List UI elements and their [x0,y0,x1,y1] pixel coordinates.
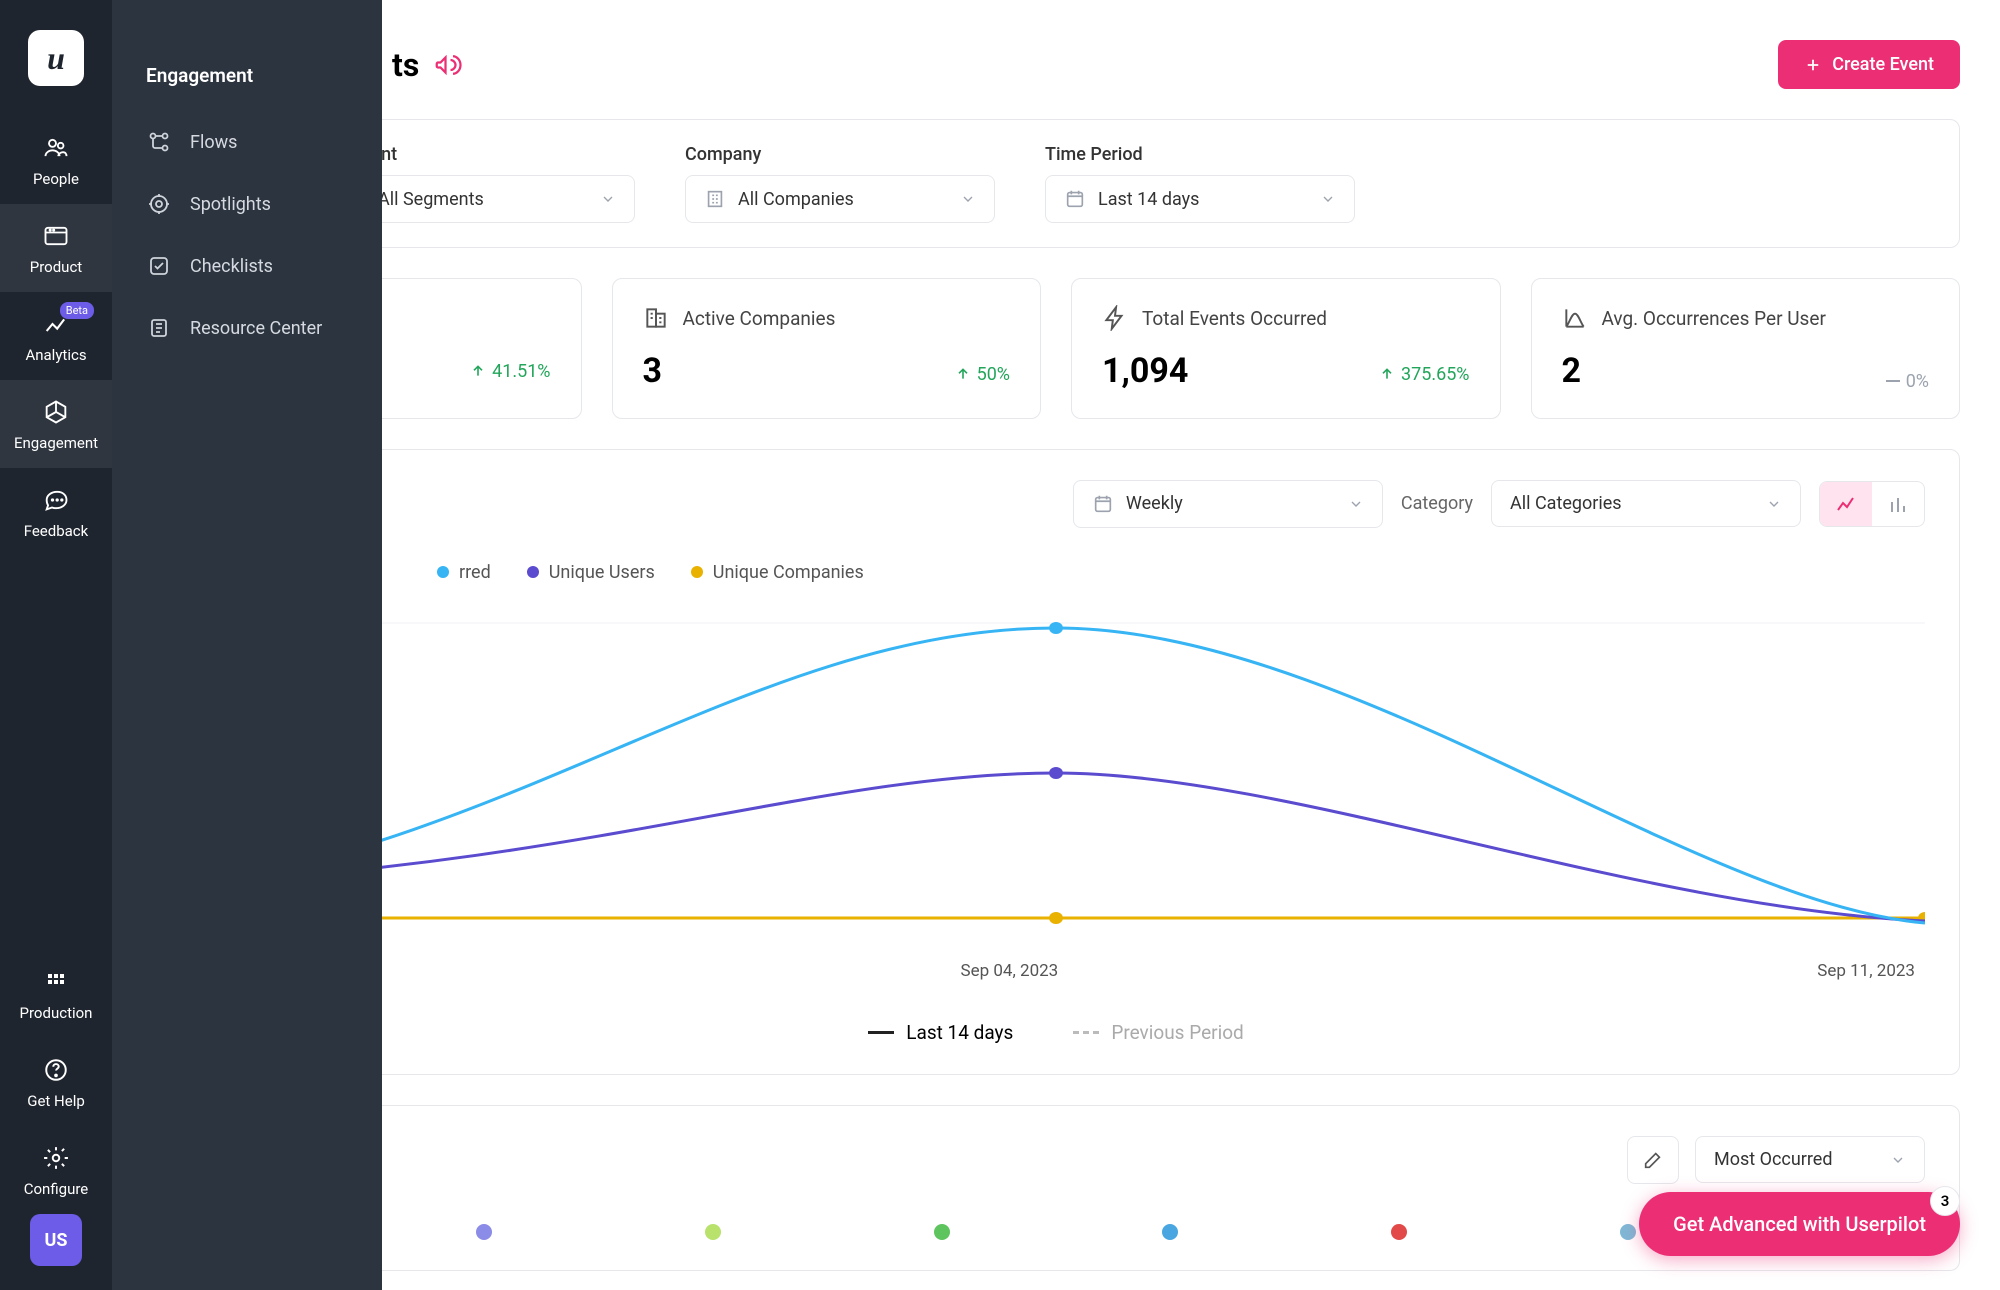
user-dot[interactable] [705,1224,721,1240]
bar-view-button[interactable] [1872,482,1924,526]
cta-badge: 3 [1930,1186,1960,1216]
stat-card-avg-occurrences: Avg. Occurrences Per User 2 0% [1531,278,1961,419]
period-label: Time Period [1045,144,1355,165]
checklists-icon [146,253,172,279]
engagement-icon [40,396,72,428]
submenu-flows[interactable]: Flows [112,111,382,173]
legend-previous: Previous Period [1073,1021,1243,1044]
people-icon [40,132,72,164]
chart-legend: rred Unique Users Unique Companies [187,562,1925,583]
period-select[interactable]: Last 14 days [1045,175,1355,223]
chevron-down-icon [600,191,616,207]
sidebar-primary: u People Product Beta Analytics Engageme… [0,0,112,1290]
calendar-icon [1064,188,1086,210]
chevron-down-icon [1348,496,1364,512]
category-label: Category [1401,493,1473,514]
create-event-button[interactable]: Create Event [1778,40,1960,89]
beta-badge: Beta [60,302,94,319]
user-avatar[interactable]: US [30,1214,82,1266]
submenu-resource-center[interactable]: Resource Center [112,297,382,359]
submenu-title: Engagement [112,50,382,111]
filter-bar: Segment All Segments Company All Compani… [152,119,1960,248]
plus-icon [1804,56,1822,74]
nav-production[interactable]: Production [0,950,112,1038]
feedback-icon [40,484,72,516]
nav-help[interactable]: Get Help [0,1038,112,1126]
cta-button[interactable]: Get Advanced with Userpilot [1639,1192,1960,1256]
gear-icon [40,1142,72,1174]
sort-select[interactable]: Most Occurred [1695,1136,1925,1183]
legend-item: rred [437,562,491,583]
stat-change: 375.65% [1379,364,1470,385]
nav-engagement[interactable]: Engagement [0,380,112,468]
page-title: ts [392,46,463,84]
nav-product[interactable]: Product [0,204,112,292]
spotlights-icon [146,191,172,217]
stat-change: 41.51% [470,361,550,382]
flows-icon [146,129,172,155]
sidebar-secondary: Engagement Flows Spotlights Checklists R… [112,0,382,1290]
nav-analytics[interactable]: Beta Analytics [0,292,112,380]
stat-cards: 41.51% Active Companies 3 50% Total Even… [152,278,1960,419]
stat-change: 50% [955,364,1010,385]
building-icon [704,188,726,210]
app-logo[interactable]: u [28,30,84,86]
bolt-icon [1102,305,1128,331]
edit-button[interactable] [1627,1136,1679,1184]
user-dot[interactable] [1162,1224,1178,1240]
category-select[interactable]: All Categories [1491,480,1801,527]
chart-controls: Weekly Category All Categories [187,480,1925,528]
chart-panel: Weekly Category All Categories rred [152,449,1960,1075]
submenu-checklists[interactable]: Checklists [112,235,382,297]
line-view-button[interactable] [1820,482,1872,526]
x-axis-ticks: . Sep 04, 2023 Sep 11, 2023 [187,961,1925,981]
company-select[interactable]: All Companies [685,175,995,223]
megaphone-icon [433,50,463,80]
stat-change: 0% [1886,371,1929,392]
user-dot[interactable] [934,1224,950,1240]
resource-center-icon [146,315,172,341]
chevron-down-icon [1766,496,1782,512]
nav-feedback[interactable]: Feedback [0,468,112,556]
apps-grid-icon [40,966,72,998]
company-label: Company [685,144,995,165]
submenu-spotlights[interactable]: Spotlights [112,173,382,235]
calendar-icon [1092,493,1114,515]
user-dot[interactable] [476,1224,492,1240]
stat-card-active-companies: Active Companies 3 50% [612,278,1042,419]
legend-item: Unique Companies [691,562,864,583]
legend-item: Unique Users [527,562,655,583]
main-content: ts Create Event Segment All Segments [112,0,2000,1271]
chevron-down-icon [960,191,976,207]
topbar: ts Create Event [112,0,2000,89]
help-icon [40,1054,72,1086]
period-legend: Last 14 days Previous Period [187,1021,1925,1044]
building-icon [643,305,669,331]
legend-current: Last 14 days [868,1021,1013,1044]
nav-people[interactable]: People [0,116,112,204]
chart-view-toggle [1819,481,1925,527]
product-icon [40,220,72,252]
user-dot[interactable] [1620,1224,1636,1240]
granularity-select[interactable]: Weekly [1073,480,1383,528]
avg-chart-icon [1562,305,1588,331]
stat-card-total-events: Total Events Occurred 1,094 375.65% [1071,278,1501,419]
chevron-down-icon [1320,191,1336,207]
user-dot[interactable] [1391,1224,1407,1240]
chart-area [187,603,1925,953]
chevron-down-icon [1890,1152,1906,1168]
nav-configure[interactable]: Configure [0,1126,112,1214]
